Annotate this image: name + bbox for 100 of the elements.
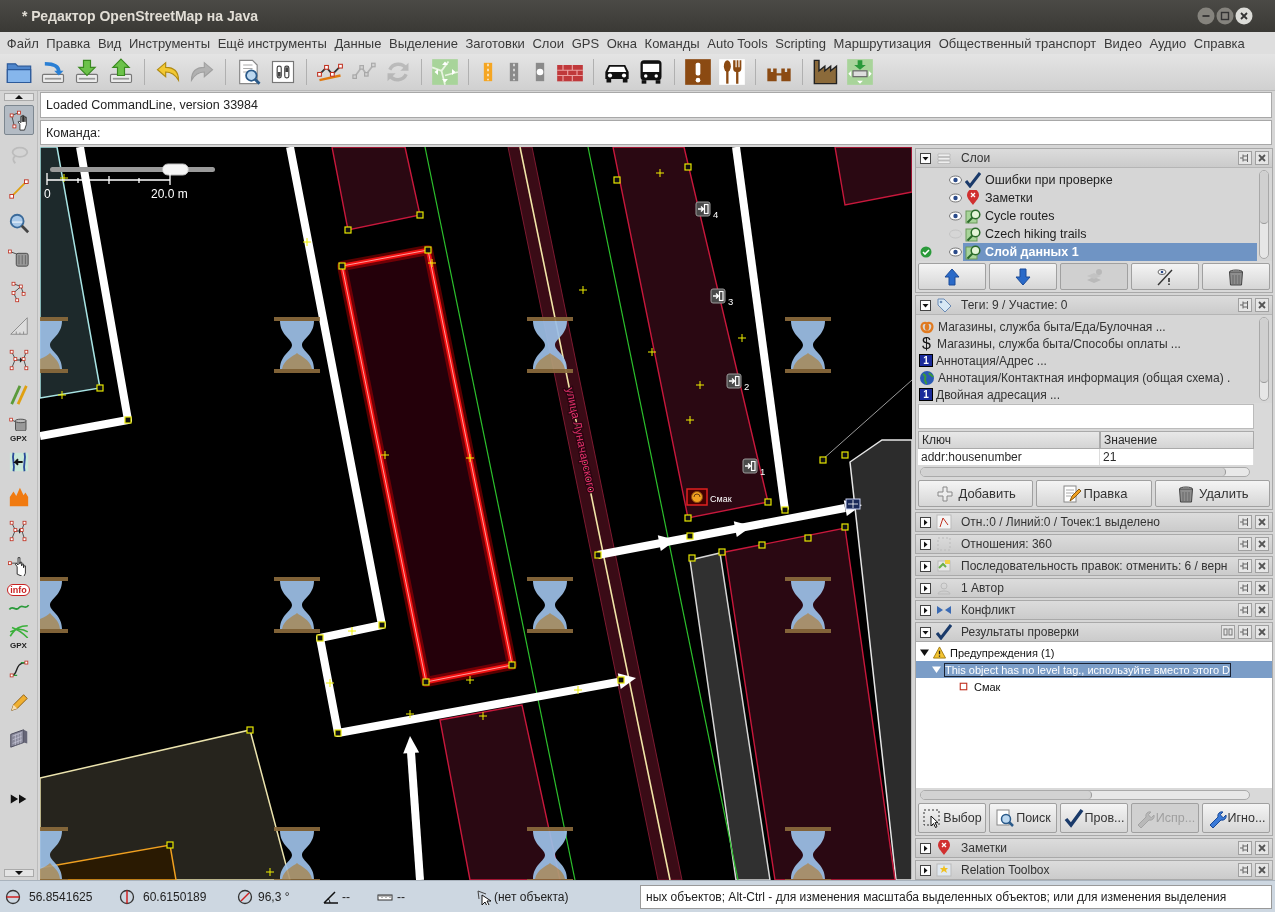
- expand-toggle-icon[interactable]: [920, 604, 931, 616]
- menu-item[interactable]: Ещё инструменты: [213, 35, 331, 51]
- undock-icon[interactable]: [1238, 603, 1252, 617]
- node-marker[interactable]: [684, 514, 692, 522]
- switches-icon[interactable]: [269, 58, 297, 86]
- entrance-icon[interactable]: [710, 288, 726, 304]
- node-marker[interactable]: [841, 523, 849, 531]
- midpoint-marker[interactable]: [647, 347, 657, 357]
- vertical-scrollbar[interactable]: [1259, 170, 1269, 259]
- node-marker[interactable]: [508, 661, 516, 669]
- undock-icon[interactable]: [1238, 515, 1252, 529]
- delete-button[interactable]: [1202, 263, 1270, 290]
- close-icon[interactable]: [1255, 151, 1269, 165]
- delete-button[interactable]: Удалить: [1154, 480, 1270, 507]
- menu-item[interactable]: Файл: [3, 35, 43, 51]
- select-button[interactable]: Выбор: [918, 803, 986, 833]
- menu-item[interactable]: Правка: [42, 35, 95, 51]
- undock-icon[interactable]: [1238, 581, 1252, 595]
- hourglass-icon[interactable]: [274, 317, 320, 373]
- menu-item[interactable]: Справка: [1189, 35, 1249, 51]
- close-icon[interactable]: [1255, 298, 1269, 312]
- close-icon[interactable]: [1255, 537, 1269, 551]
- maximize-icon[interactable]: [1216, 7, 1234, 25]
- move-down-button[interactable]: [989, 263, 1057, 290]
- pointer-hand-icon[interactable]: [3, 105, 34, 136]
- hourglass-icon[interactable]: [274, 577, 320, 633]
- check-circle-icon[interactable]: [920, 246, 932, 258]
- node-marker[interactable]: [124, 416, 132, 424]
- node-marker[interactable]: [416, 211, 424, 219]
- close-icon[interactable]: [1255, 863, 1269, 877]
- collapse-toggle-icon[interactable]: [920, 152, 931, 164]
- slider-thumb[interactable]: [161, 163, 189, 176]
- layer-item[interactable]: Ошибки при проверке: [963, 171, 1257, 189]
- eye-icon[interactable]: [949, 211, 962, 221]
- factory-icon[interactable]: [812, 58, 840, 86]
- midpoint-marker[interactable]: [57, 390, 67, 400]
- tree-item[interactable]: Предупреждения (1): [916, 644, 1272, 661]
- menu-item[interactable]: Scripting: [771, 35, 830, 51]
- menu-item[interactable]: Окна: [602, 35, 641, 51]
- collapse-toggle-icon[interactable]: [920, 626, 931, 638]
- upload-icon[interactable]: [107, 58, 135, 86]
- layer-item[interactable]: Заметки: [963, 189, 1257, 207]
- midpoint-marker[interactable]: [347, 626, 357, 636]
- midpoint-marker[interactable]: [302, 237, 312, 247]
- fork-spoon-icon[interactable]: [718, 58, 746, 86]
- node-marker[interactable]: [804, 534, 812, 542]
- ignore-button[interactable]: Игно...: [1202, 803, 1270, 833]
- menu-item[interactable]: Заготовки: [461, 35, 529, 51]
- node-marker[interactable]: [617, 676, 625, 684]
- node-marker[interactable]: [424, 246, 432, 254]
- validate-button[interactable]: Пров...: [1060, 803, 1128, 833]
- table-cell[interactable]: 21: [1100, 449, 1254, 465]
- menu-item[interactable]: Аудио: [1145, 35, 1190, 51]
- add-button[interactable]: Добавить: [918, 480, 1034, 507]
- eye-icon[interactable]: [949, 175, 962, 185]
- table-cell[interactable]: addr:housenumber: [918, 449, 1100, 465]
- menu-item[interactable]: Команды: [640, 35, 704, 51]
- midpoint-marker[interactable]: [573, 685, 583, 695]
- hourglass-icon[interactable]: [527, 577, 573, 633]
- node-marker[interactable]: [344, 226, 352, 234]
- midpoint-marker[interactable]: [655, 168, 665, 178]
- expand-toggle-icon[interactable]: [920, 538, 931, 550]
- menu-item[interactable]: GPS: [567, 35, 603, 51]
- node-marker[interactable]: [758, 541, 766, 549]
- visibility-button[interactable]: [1131, 263, 1199, 290]
- input-field[interactable]: [918, 404, 1254, 429]
- hourglass-icon[interactable]: [785, 317, 831, 373]
- tree-item[interactable]: Смак: [916, 678, 1272, 695]
- entrance-icon[interactable]: [695, 201, 711, 217]
- hourglass-icon[interactable]: [40, 577, 68, 633]
- eye-icon[interactable]: [949, 247, 962, 257]
- zoom-slider[interactable]: [50, 163, 215, 176]
- node-marker[interactable]: [764, 498, 772, 506]
- node-marker[interactable]: [166, 841, 174, 849]
- menu-item[interactable]: Auto Tools: [703, 35, 772, 51]
- node-marker[interactable]: [686, 532, 694, 540]
- close-icon[interactable]: [1235, 7, 1253, 25]
- undock-icon[interactable]: [1238, 537, 1252, 551]
- preset-link[interactable]: Аннотация/Контактная информация (общая схема) .: [919, 369, 1257, 386]
- hourglass-icon[interactable]: [274, 827, 320, 880]
- map-download-icon[interactable]: [846, 58, 874, 86]
- node-marker[interactable]: [96, 384, 104, 392]
- close-icon[interactable]: [1255, 515, 1269, 529]
- entrance-icon[interactable]: [726, 373, 742, 389]
- expand-arrow-icon[interactable]: [920, 648, 929, 657]
- hourglass-icon[interactable]: [785, 577, 831, 633]
- sign-icon[interactable]: [845, 498, 861, 510]
- midpoint-marker[interactable]: [685, 415, 695, 425]
- search-button[interactable]: Поиск: [989, 803, 1057, 833]
- menu-item[interactable]: Инструменты: [125, 35, 214, 51]
- expand-toggle-icon[interactable]: [920, 560, 931, 572]
- menu-item[interactable]: Общественный транспорт: [934, 35, 1101, 51]
- node-marker[interactable]: [819, 456, 827, 464]
- node-marker[interactable]: [718, 548, 726, 556]
- scroll-up-icon[interactable]: [3, 93, 34, 101]
- node-marker[interactable]: [781, 506, 789, 514]
- node-marker[interactable]: [316, 634, 324, 642]
- column-header[interactable]: Ключ: [918, 431, 1100, 449]
- midpoint-marker[interactable]: [737, 333, 747, 343]
- menu-item[interactable]: Выделение: [385, 35, 462, 51]
